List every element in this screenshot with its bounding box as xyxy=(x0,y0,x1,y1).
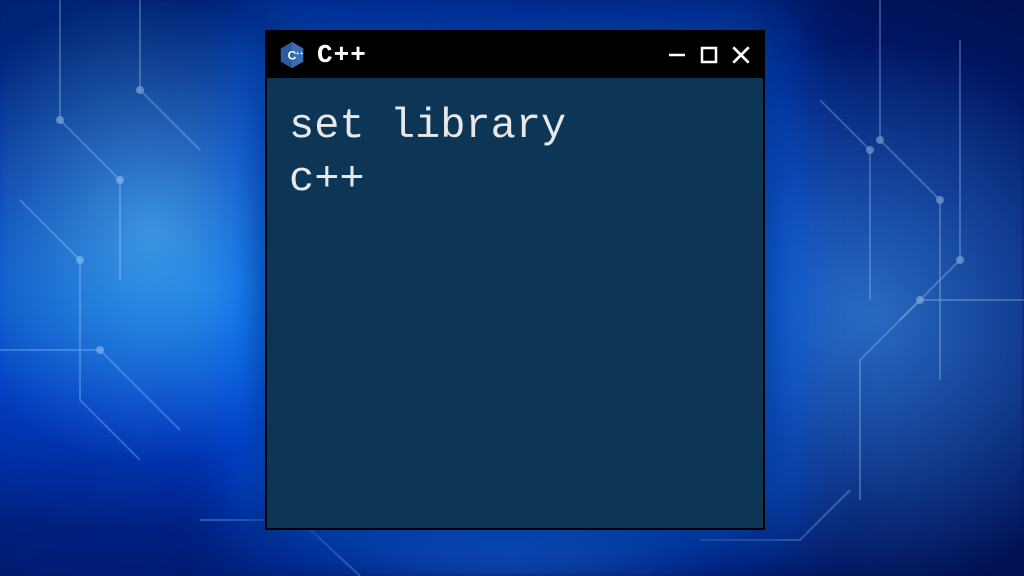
content-line-2: c++ xyxy=(289,155,365,203)
minimize-button[interactable] xyxy=(665,43,689,67)
window-title: C++ xyxy=(317,40,655,70)
window-content: set library c++ xyxy=(267,78,763,528)
terminal-window: C + + C++ set library c++ xyxy=(265,30,765,530)
cpp-logo-icon: C + + xyxy=(277,40,307,70)
window-titlebar[interactable]: C + + C++ xyxy=(267,32,763,78)
maximize-button[interactable] xyxy=(697,43,721,67)
close-button[interactable] xyxy=(729,43,753,67)
window-controls xyxy=(665,43,753,67)
content-line-1: set library xyxy=(289,102,566,150)
